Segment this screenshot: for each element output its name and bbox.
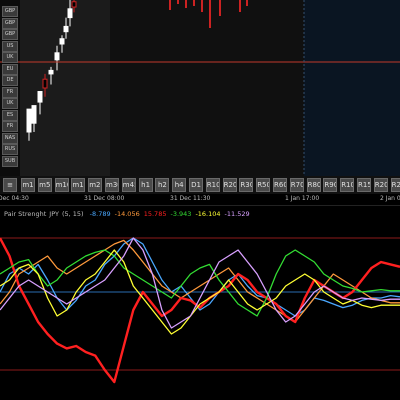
candle-body <box>71 1 77 8</box>
indicator-symbol: JPY <box>49 210 59 218</box>
timeframe-button[interactable]: R90 <box>323 178 338 192</box>
time-label: 31 Dec 08:00 <box>84 195 125 202</box>
indicator-legend: Pair Strenght JPY (5, 15) -8.789 -14.056 15.… <box>4 210 254 218</box>
timeframe-button[interactable]: R20 <box>222 178 237 192</box>
timeframe-button[interactable]: h1 <box>138 178 153 192</box>
pair-button[interactable]: RUS 2000 <box>2 144 18 155</box>
time-label: 1 Jan 17:00 <box>285 195 320 202</box>
timeframe-button[interactable]: m5 <box>37 178 52 192</box>
timeframe-button[interactable]: R60 <box>273 178 287 192</box>
candle-body <box>59 38 65 45</box>
pair-button[interactable]: NAS 100 <box>2 132 18 144</box>
menu-icon[interactable]: ≡ <box>3 178 17 192</box>
timeframe-button[interactable]: h2 <box>155 178 170 192</box>
timeframe-button[interactable]: R100 <box>340 178 355 192</box>
pair-button[interactable]: GBP NZD <box>2 17 18 29</box>
timeframe-button[interactable]: D1 <box>189 178 203 192</box>
timeframe-button[interactable]: R50 <box>256 178 271 192</box>
pair-button[interactable]: GBP CAD <box>2 29 18 40</box>
timeframe-button[interactable]: R70 <box>289 178 304 192</box>
candle-body <box>63 25 69 33</box>
timeframe-button[interactable]: R10 <box>205 178 220 192</box>
price-chart <box>0 0 400 176</box>
time-label: 31 Dec 11:30 <box>170 195 211 202</box>
pair-button[interactable]: US DX <box>2 40 18 52</box>
time-label: 2 Jan 0 <box>380 195 400 202</box>
candle-body <box>31 105 37 124</box>
price-chart-pane[interactable]: GBP CHFGBP NZDGBP CADUS DXUK 100EU 50DE … <box>0 0 400 176</box>
legend-value-violet: -11.529 <box>224 210 250 218</box>
candle-body <box>37 91 43 103</box>
trading-app: GBP CHFGBP NZDGBP CADUS DXUK 100EU 50DE … <box>0 0 400 400</box>
legend-value-green: -3.943 <box>170 210 192 218</box>
pair-button[interactable]: EU 50 <box>2 63 18 75</box>
legend-value-red: 15.785 <box>143 210 167 218</box>
legend-value-orange: -14.056 <box>114 210 140 218</box>
timeframe-button[interactable]: R250 <box>390 178 400 192</box>
timeframe-button[interactable]: m30 <box>105 178 119 192</box>
pair-button[interactable]: ES 35 <box>2 109 18 121</box>
timeframe-button[interactable]: m15 <box>71 178 86 192</box>
timeframe-button[interactable]: R80 <box>306 178 321 192</box>
pair-button[interactable]: SUB T30 <box>2 155 18 167</box>
pair-button[interactable]: GBP CHF <box>2 6 18 17</box>
pair-button[interactable]: UK 30 <box>2 98 18 109</box>
candle-body <box>48 69 54 75</box>
indicator-chart <box>0 237 400 384</box>
candle-body <box>67 8 73 19</box>
timeframe-button[interactable]: m20 <box>88 178 103 192</box>
indicator-params: (5, 15) <box>61 210 84 218</box>
pair-button[interactable]: DE 40 <box>2 75 18 86</box>
timeframe-button[interactable]: m10 <box>54 178 69 192</box>
time-label: Dec 04:30 <box>0 195 29 202</box>
timeframe-button[interactable]: R30 <box>239 178 254 192</box>
legend-value-blue: -8.789 <box>89 210 111 218</box>
timeframe-button[interactable]: R200 <box>373 178 388 192</box>
pair-button[interactable]: FR 40 <box>2 86 18 98</box>
candle-body <box>26 108 32 133</box>
pair-button[interactable]: UK 100 <box>2 52 18 63</box>
time-axis: Dec 04:30 31 Dec 08:00 31 Dec 11:30 1 Jan 1… <box>0 194 400 206</box>
legend-value-yellow: -16.104 <box>195 210 221 218</box>
timeframe-button[interactable]: R150 <box>357 178 371 192</box>
indicator-name: Pair Strenght <box>4 210 47 218</box>
timeframe-toolbar: ≡ m1m5m10m15m20m30m45h1h2h4D1R10R20R30R50… <box>0 176 400 194</box>
timeframe-button[interactable]: m45 <box>121 178 136 192</box>
candle-body <box>42 78 48 89</box>
timeframe-button[interactable]: h4 <box>172 178 187 192</box>
pair-button-strip: GBP CHFGBP NZDGBP CADUS DXUK 100EU 50DE … <box>0 0 20 176</box>
candle-body <box>54 52 60 61</box>
pair-button[interactable]: FR 40 <box>2 121 18 132</box>
timeframe-button[interactable]: m1 <box>21 178 35 192</box>
